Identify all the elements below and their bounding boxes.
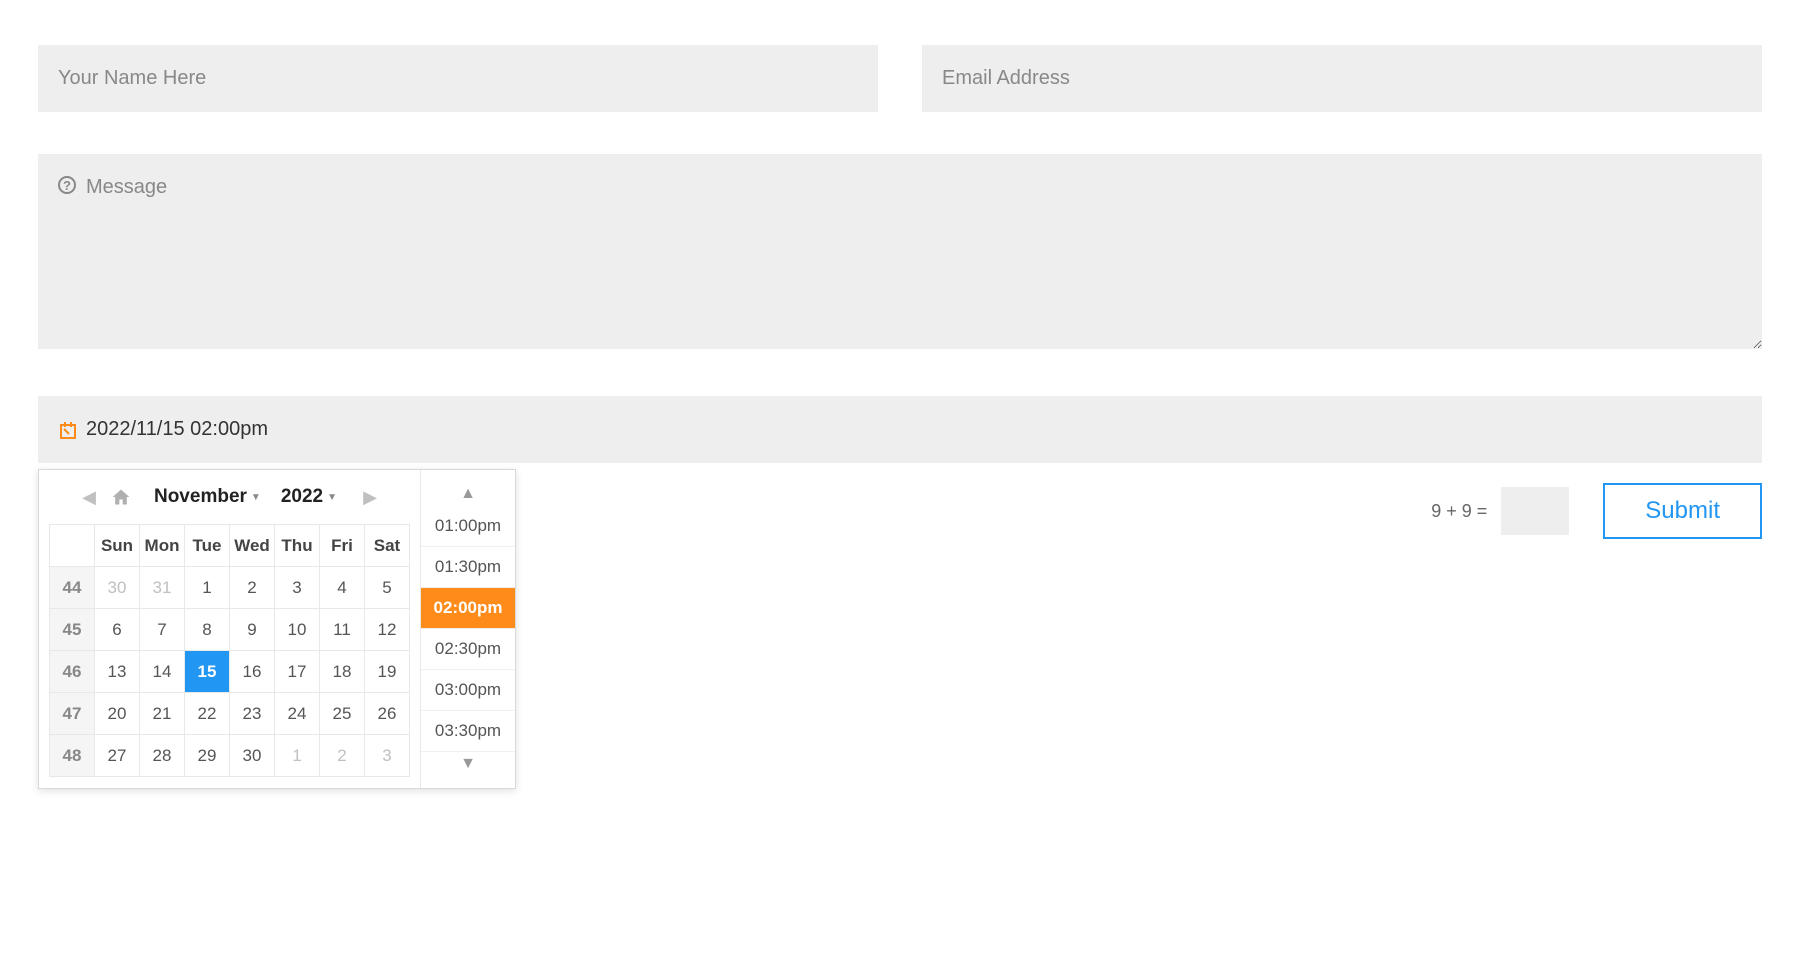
captcha-input[interactable] (1501, 487, 1569, 535)
time-scroll-up[interactable]: ▲ (421, 482, 515, 506)
week-number: 44 (50, 567, 95, 609)
day-cell[interactable]: 14 (140, 651, 185, 693)
next-month-button[interactable]: ▶ (357, 484, 383, 510)
day-cell[interactable]: 13 (95, 651, 140, 693)
weekday-header: Sat (365, 525, 410, 567)
weekday-header: Tue (185, 525, 230, 567)
day-cell[interactable]: 12 (365, 609, 410, 651)
day-cell[interactable]: 1 (275, 735, 320, 777)
day-cell[interactable]: 17 (275, 651, 320, 693)
time-slot[interactable]: 02:30pm (421, 629, 515, 670)
day-cell[interactable]: 16 (230, 651, 275, 693)
weekday-header: Thu (275, 525, 320, 567)
submit-button[interactable]: Submit (1603, 483, 1762, 539)
day-cell[interactable]: 5 (365, 567, 410, 609)
chevron-down-icon: ▼ (327, 492, 337, 503)
day-cell[interactable]: 4 (320, 567, 365, 609)
day-cell[interactable]: 21 (140, 693, 185, 735)
name-input[interactable] (38, 45, 878, 112)
month-selector[interactable]: November ▼ (154, 486, 261, 508)
day-cell[interactable]: 26 (365, 693, 410, 735)
time-slot[interactable]: 01:00pm (421, 506, 515, 547)
day-cell[interactable]: 10 (275, 609, 320, 651)
today-button[interactable] (108, 484, 134, 510)
calendar-grid: SunMonTueWedThuFriSat 443031123454567891… (49, 524, 410, 777)
day-cell[interactable]: 9 (230, 609, 275, 651)
day-cell[interactable]: 7 (140, 609, 185, 651)
day-cell[interactable]: 18 (320, 651, 365, 693)
day-cell[interactable]: 11 (320, 609, 365, 651)
day-cell[interactable]: 25 (320, 693, 365, 735)
datetime-input[interactable] (38, 396, 1762, 463)
day-cell[interactable]: 23 (230, 693, 275, 735)
day-cell[interactable]: 30 (230, 735, 275, 777)
help-icon[interactable]: ? (58, 176, 76, 194)
email-input[interactable] (922, 45, 1762, 112)
week-number: 48 (50, 735, 95, 777)
year-label: 2022 (281, 486, 323, 508)
day-cell[interactable]: 1 (185, 567, 230, 609)
time-scroll-down[interactable]: ▼ (421, 752, 515, 776)
day-cell[interactable]: 2 (320, 735, 365, 777)
day-cell[interactable]: 20 (95, 693, 140, 735)
day-cell[interactable]: 27 (95, 735, 140, 777)
week-number: 46 (50, 651, 95, 693)
message-textarea[interactable] (38, 154, 1762, 349)
datepicker-popup: ◀ November ▼ 2022 ▼ ▶ (38, 469, 516, 789)
weekday-header: Sun (95, 525, 140, 567)
calendar-icon (58, 420, 78, 440)
weekday-header: Wed (230, 525, 275, 567)
prev-month-button[interactable]: ◀ (76, 484, 102, 510)
day-cell[interactable]: 30 (95, 567, 140, 609)
time-slot[interactable]: 03:00pm (421, 670, 515, 711)
day-cell[interactable]: 15 (185, 651, 230, 693)
week-number: 47 (50, 693, 95, 735)
week-num-header (50, 525, 95, 567)
day-cell[interactable]: 6 (95, 609, 140, 651)
chevron-down-icon: ▼ (251, 492, 261, 503)
month-label: November (154, 486, 247, 508)
year-selector[interactable]: 2022 ▼ (281, 486, 337, 508)
time-slot[interactable]: 02:00pm (421, 588, 515, 629)
captcha-question: 9 + 9 = (1431, 501, 1487, 522)
day-cell[interactable]: 3 (275, 567, 320, 609)
weekday-header: Mon (140, 525, 185, 567)
weekday-header: Fri (320, 525, 365, 567)
time-slot[interactable]: 01:30pm (421, 547, 515, 588)
day-cell[interactable]: 19 (365, 651, 410, 693)
day-cell[interactable]: 31 (140, 567, 185, 609)
time-slot[interactable]: 03:30pm (421, 711, 515, 752)
day-cell[interactable]: 2 (230, 567, 275, 609)
day-cell[interactable]: 24 (275, 693, 320, 735)
day-cell[interactable]: 29 (185, 735, 230, 777)
week-number: 45 (50, 609, 95, 651)
day-cell[interactable]: 8 (185, 609, 230, 651)
day-cell[interactable]: 22 (185, 693, 230, 735)
day-cell[interactable]: 3 (365, 735, 410, 777)
day-cell[interactable]: 28 (140, 735, 185, 777)
